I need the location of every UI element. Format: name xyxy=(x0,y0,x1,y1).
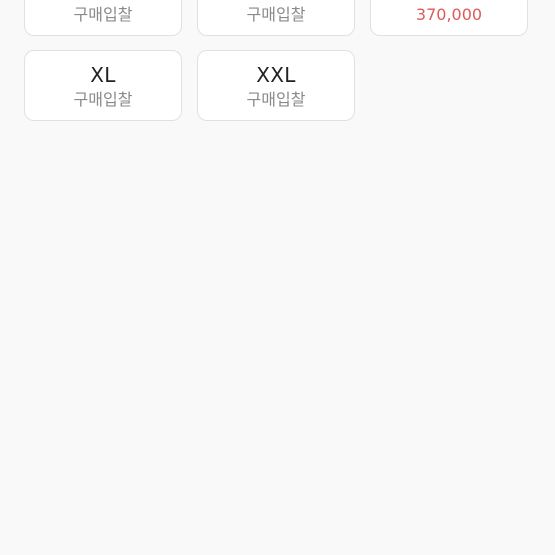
size-option-card[interactable]: 구매입찰 xyxy=(197,0,355,36)
size-option-card[interactable]: 구매입찰 xyxy=(24,0,182,36)
size-price: 구매입찰 xyxy=(73,5,133,24)
size-price: 구매입찰 xyxy=(73,90,133,109)
size-price: 구매입찰 xyxy=(246,90,306,109)
size-price: 구매입찰 xyxy=(246,5,306,24)
size-option-card-xxl[interactable]: XXL 구매입찰 xyxy=(197,50,355,121)
size-label: XL xyxy=(90,63,116,87)
size-label: XXL xyxy=(256,63,296,87)
size-option-card-xl[interactable]: XL 구매입찰 xyxy=(24,50,182,121)
size-option-card[interactable]: 370,000 xyxy=(370,0,528,36)
size-price: 370,000 xyxy=(415,5,483,24)
